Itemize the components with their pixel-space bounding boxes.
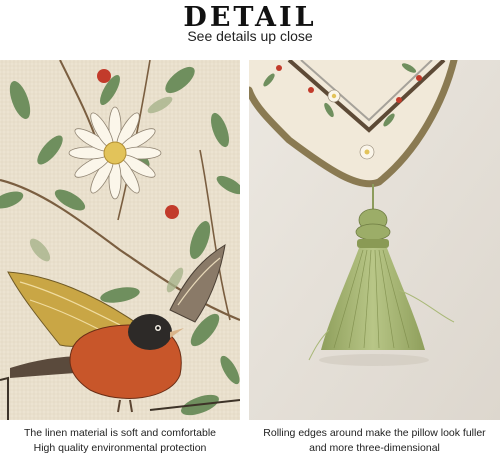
caption-line: and more three-dimensional xyxy=(309,442,440,454)
tassel-caption: Rolling edges around make the pillow loo… xyxy=(249,426,500,456)
bird-embroidery-photo xyxy=(0,60,240,420)
linen-caption: The linen material is soft and comfortab… xyxy=(0,426,240,456)
caption-line: High quality environmental protection xyxy=(33,442,207,454)
tassel-corner-photo xyxy=(249,60,500,420)
caption-line: Rolling edges around make the pillow loo… xyxy=(263,427,486,439)
caption-line: The linen material is soft and comfortab… xyxy=(23,427,216,439)
page-subtitle: See details up close xyxy=(187,28,313,44)
